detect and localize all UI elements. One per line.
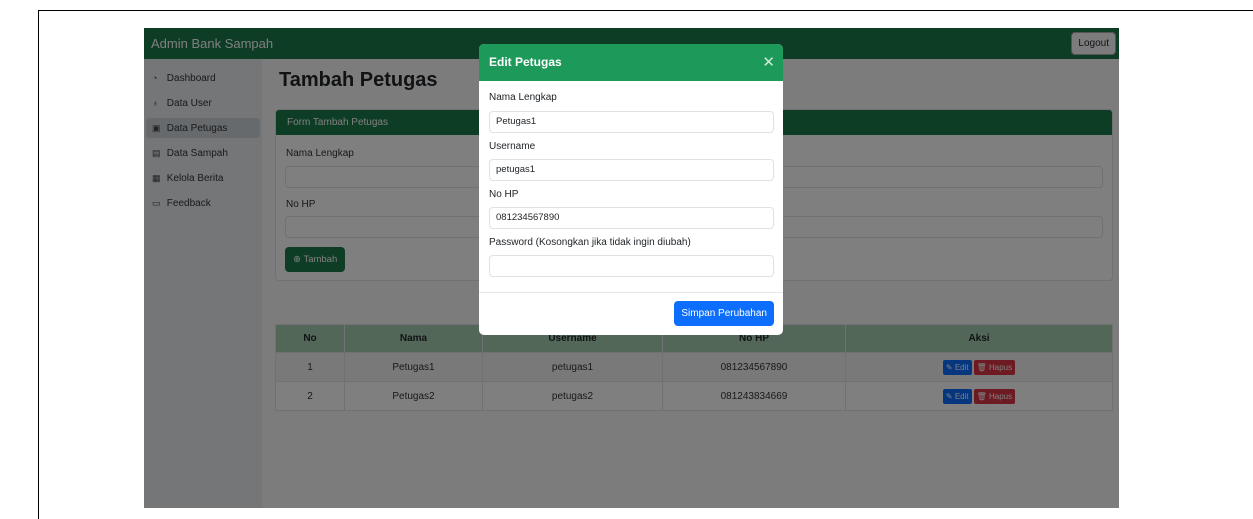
edit-petugas-modal: Edit Petugas ✕ Nama Lengkap Petugas1 Use… xyxy=(479,44,783,335)
modal-password-label: Password (Kosongkan jika tidak ingin diu… xyxy=(489,237,691,248)
modal-username-input[interactable]: petugas1 xyxy=(489,159,774,181)
modal-nama-label: Nama Lengkap xyxy=(489,92,557,103)
modal-title: Edit Petugas xyxy=(489,55,562,69)
modal-password-input[interactable] xyxy=(489,255,774,277)
modal-username-label: Username xyxy=(489,141,536,152)
close-icon[interactable]: ✕ xyxy=(762,44,775,81)
modal-footer-divider xyxy=(479,292,783,293)
simpan-perubahan-button[interactable]: Simpan Perubahan xyxy=(674,301,774,326)
modal-nohp-label: No HP xyxy=(489,189,519,200)
modal-nohp-input[interactable]: 081234567890 xyxy=(489,207,774,229)
app-window: Admin Bank Sampah Logout ◔ Dashboard ♁ D… xyxy=(144,28,1119,508)
modal-nama-input[interactable]: Petugas1 xyxy=(489,111,774,133)
modal-header: Edit Petugas ✕ xyxy=(479,44,783,81)
